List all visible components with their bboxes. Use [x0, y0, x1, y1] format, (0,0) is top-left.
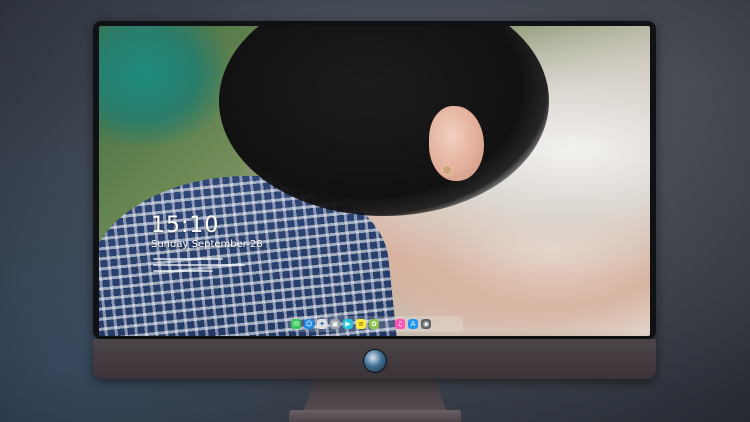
- notification-line: [153, 264, 245, 266]
- wallpaper-green-foliage: [99, 26, 229, 146]
- monitor-screen: 15:10 Sunday September 28 ✉ ☺ ✦ ▣ ▶ ≡ ✿ …: [99, 26, 650, 336]
- safari-icon[interactable]: ✦: [317, 319, 327, 329]
- photos-icon[interactable]: ✿: [369, 319, 379, 329]
- notes-icon[interactable]: ≡: [356, 319, 366, 329]
- wallpaper-earring: [443, 166, 451, 174]
- logo-icon: [363, 349, 387, 373]
- monitor-stand-base: [289, 410, 461, 422]
- app-store-icon[interactable]: A: [408, 319, 418, 329]
- dock: ✉ ☺ ✦ ▣ ▶ ≡ ✿ ♫ A ◉: [287, 316, 463, 332]
- notification-line: [153, 258, 223, 260]
- lock-screen-date: Sunday September 28: [151, 239, 263, 250]
- camera-icon[interactable]: ◉: [421, 319, 431, 329]
- claquette-icon[interactable]: ▶: [343, 319, 353, 329]
- finder-icon[interactable]: ☺: [304, 319, 314, 329]
- itunes-icon[interactable]: ♫: [395, 319, 405, 329]
- wallpaper-ear: [429, 106, 484, 181]
- notification-line: [153, 270, 213, 272]
- preview-icon[interactable]: ▣: [330, 319, 340, 329]
- lock-screen-time: 15:10: [151, 213, 220, 238]
- messages-icon[interactable]: ✉: [291, 319, 301, 329]
